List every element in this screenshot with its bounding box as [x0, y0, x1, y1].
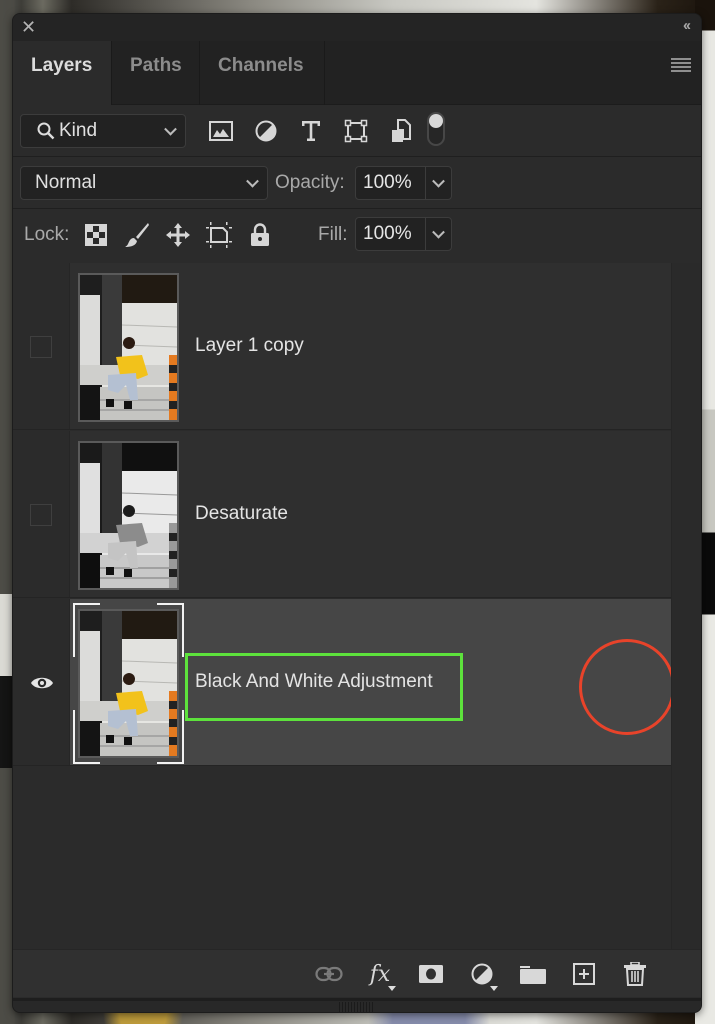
- hamburger-menu-icon[interactable]: [671, 58, 691, 74]
- visibility-toggle-off[interactable]: [30, 336, 52, 358]
- lock-icons: [83, 221, 288, 249]
- lock-row: Lock: Fill: 100%: [13, 209, 701, 264]
- filter-toggle[interactable]: [427, 112, 445, 146]
- chevron-down-icon: [432, 174, 445, 188]
- layers-list: Layer 1 copy Desaturate Black And White …: [13, 263, 701, 949]
- adjustment-layer-filter-icon[interactable]: [251, 116, 281, 146]
- fill-field[interactable]: 100%: [355, 217, 452, 251]
- layer-row[interactable]: Desaturate: [13, 431, 671, 598]
- type-layer-filter-icon[interactable]: [296, 116, 326, 146]
- close-icon[interactable]: ✕: [21, 18, 36, 36]
- collapse-panel-button[interactable]: ‹‹: [683, 17, 691, 34]
- tab-layers[interactable]: Layers: [13, 41, 112, 105]
- shape-layer-filter-icon[interactable]: [341, 116, 371, 146]
- opacity-input[interactable]: 100%: [356, 167, 426, 199]
- lock-artboard-icon[interactable]: [206, 221, 232, 249]
- layer-row[interactable]: Layer 1 copy: [13, 263, 671, 430]
- opacity-field[interactable]: 100%: [355, 166, 452, 200]
- layer-thumbnail-image: [80, 275, 177, 420]
- chevron-down-icon: [246, 174, 259, 188]
- kind-filter-select[interactable]: Kind: [20, 114, 186, 148]
- eye-icon[interactable]: [30, 672, 54, 694]
- layers-footer-toolbar: fx: [13, 949, 701, 997]
- pixel-layer-filter-icon[interactable]: [206, 116, 236, 146]
- blend-mode-select[interactable]: Normal: [20, 166, 268, 200]
- fill-input[interactable]: 100%: [356, 218, 426, 250]
- panel-tabs: Layers Paths Channels: [13, 41, 701, 105]
- lock-position-icon[interactable]: [165, 221, 191, 249]
- fx-label: fx: [369, 961, 391, 987]
- visibility-column: [13, 431, 70, 597]
- search-icon: [37, 122, 55, 140]
- new-adjustment-layer-icon[interactable]: [468, 960, 498, 991]
- layer-thumbnail: [78, 609, 179, 758]
- filter-icons: [206, 112, 445, 146]
- layer-thumbnail-image: [80, 611, 177, 756]
- opacity-dropdown-button[interactable]: [426, 167, 451, 199]
- blend-mode-value: Normal: [35, 172, 97, 193]
- visibility-column: [13, 263, 70, 429]
- smart-object-filter-icon[interactable]: [386, 116, 416, 146]
- filter-row: Kind: [13, 105, 701, 157]
- lock-all-icon[interactable]: [247, 221, 273, 249]
- chevron-down-icon: [164, 122, 177, 136]
- dropdown-triangle-icon: [388, 986, 396, 991]
- layer-thumbnail: [78, 273, 179, 422]
- blend-row: Normal Opacity: 100%: [13, 157, 701, 209]
- layer-name[interactable]: Layer 1 copy: [195, 335, 304, 357]
- resize-grip[interactable]: [13, 998, 701, 1012]
- lock-image-pixels-icon[interactable]: [124, 221, 150, 249]
- lock-transparent-pixels-icon[interactable]: [83, 221, 109, 249]
- circle-annotation: [579, 639, 675, 735]
- layers-scrollbar[interactable]: [671, 263, 701, 949]
- visibility-column: [13, 599, 70, 765]
- visibility-toggle-off[interactable]: [30, 504, 52, 526]
- panel-titlebar: ✕ ‹‹: [13, 14, 701, 41]
- kind-filter-label: Kind: [59, 120, 98, 141]
- fill-label: Fill:: [318, 224, 348, 245]
- layer-name[interactable]: Black And White Adjustment: [195, 671, 433, 693]
- dropdown-triangle-icon: [490, 986, 498, 991]
- chevron-down-icon: [432, 225, 445, 239]
- layer-thumbnail: [78, 441, 179, 590]
- fill-dropdown-button[interactable]: [426, 218, 451, 250]
- tab-channels[interactable]: Channels: [200, 41, 325, 105]
- delete-layer-icon[interactable]: [621, 960, 649, 988]
- fx-layer-style-icon[interactable]: fx: [366, 960, 396, 991]
- link-layers-icon[interactable]: [315, 960, 343, 988]
- opacity-label: Opacity:: [275, 172, 345, 193]
- new-group-icon[interactable]: [519, 960, 547, 988]
- layer-row-selected[interactable]: Black And White Adjustment: [13, 599, 675, 766]
- layers-panel: ✕ ‹‹ Layers Paths Channels Kind Normal O…: [12, 13, 702, 1013]
- layer-name[interactable]: Desaturate: [195, 503, 288, 525]
- lock-label: Lock:: [24, 224, 70, 245]
- new-layer-icon[interactable]: [570, 960, 598, 988]
- add-mask-icon[interactable]: [417, 960, 445, 988]
- tab-paths[interactable]: Paths: [112, 41, 200, 105]
- layer-thumbnail-image: [80, 443, 177, 588]
